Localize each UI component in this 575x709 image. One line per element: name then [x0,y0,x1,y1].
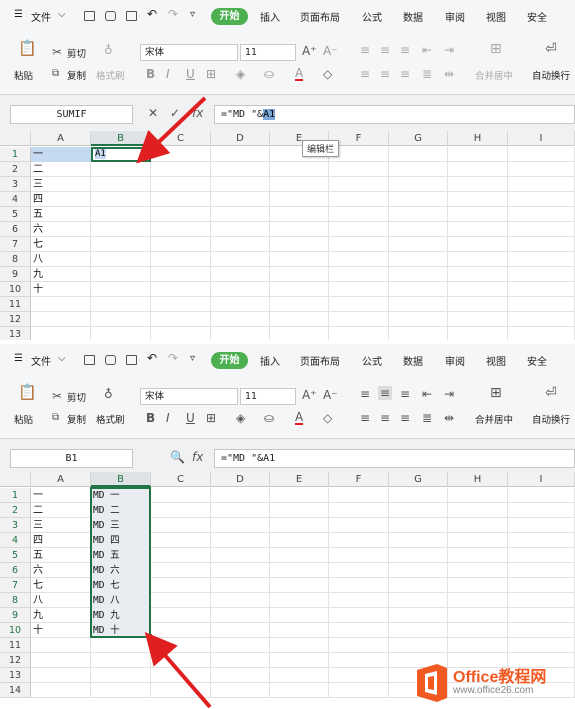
watermark: Office教程网 www.office26.com [413,660,573,705]
red-arrow-top [136,96,207,164]
watermark-brand: Office教程网 [453,669,547,686]
watermark-url: www.office26.com [453,685,534,696]
office-logo-icon [417,664,447,702]
red-arrow-bottom [144,631,212,709]
annotation-overlay [136,96,212,709]
